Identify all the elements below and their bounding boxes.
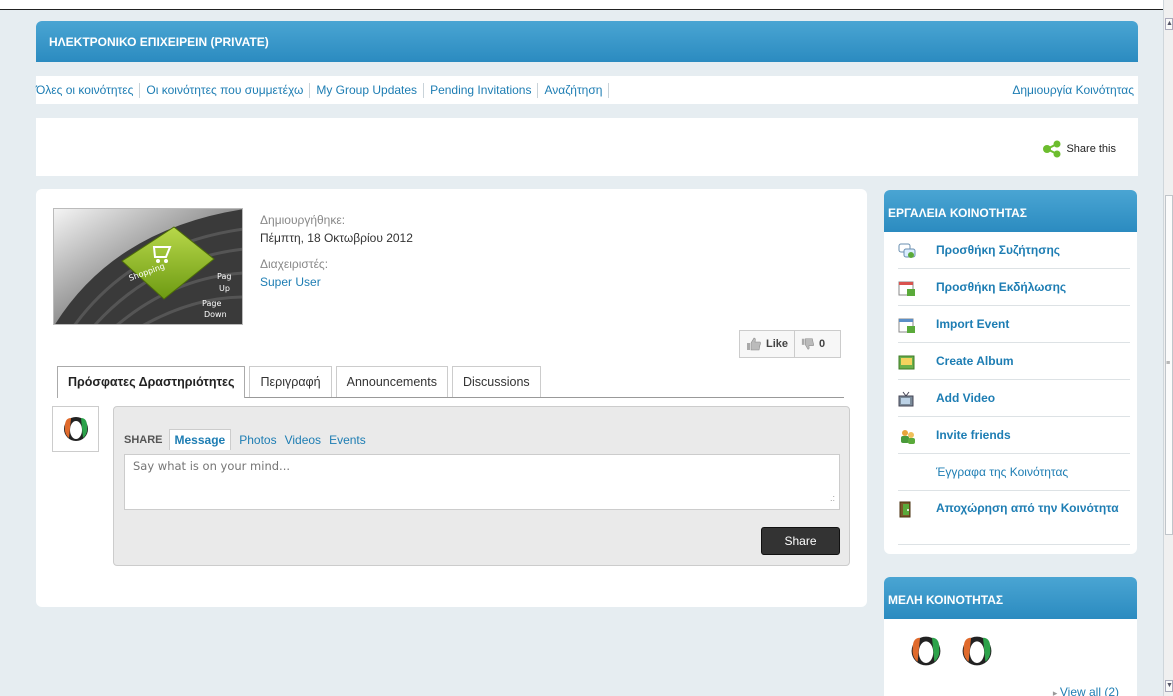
tool-label: Add Video	[936, 391, 996, 405]
nav-all-groups[interactable]: Όλες οι κοινότητες	[36, 82, 141, 98]
tab-announcements[interactable]: Announcements	[335, 366, 448, 397]
tool-add-video[interactable]: Add Video	[898, 380, 1130, 417]
tool-import-event[interactable]: Import Event	[898, 306, 1130, 343]
tool-label: Προσθήκη Εκδήλωσης	[936, 280, 1067, 294]
members-title: ΜΕΛΗ ΚΟΙΝΟΤΗΤΑΣ	[884, 577, 1137, 619]
group-tabs: Πρόσφατες Δραστηριότητες Περιγραφή Annou…	[57, 366, 844, 398]
calendar-icon	[898, 281, 915, 296]
group-meta: Δημιουργήθηκε: Πέμπτη, 18 Οκτωβρίου 2012…	[260, 211, 413, 291]
tab-discussions[interactable]: Discussions	[451, 366, 541, 397]
exit-door-icon	[899, 501, 911, 518]
calendar-import-icon	[898, 318, 915, 333]
group-members-panel: ΜΕΛΗ ΚΟΙΝΟΤΗΤΑΣ ▸ View all (2)	[884, 577, 1137, 696]
svg-text:Up: Up	[219, 284, 230, 293]
page-title: ΗΛΕΚΤΡΟΝΙΚΟ ΕΠΙΧΕΙΡΕΙΝ (PRIVATE)	[36, 21, 1138, 62]
nav-pending-invitations[interactable]: Pending Invitations	[424, 82, 539, 98]
tools-title: ΕΡΓΑΛΕΙΑ ΚΟΙΝΟΤΗΤΑΣ	[884, 190, 1137, 232]
share-type-videos[interactable]: Videos	[285, 433, 321, 447]
page-scrollbar[interactable]: ▲ ≡ ▼	[1163, 0, 1173, 696]
share-label: SHARE	[124, 433, 163, 446]
top-frame-edge	[0, 0, 1163, 10]
nav-search[interactable]: Αναζήτηση	[538, 82, 610, 98]
tool-add-discussion[interactable]: Προσθήκη Συζήτησης	[898, 232, 1130, 269]
group-main-panel: Shopping Pag Up Page Down Δημιουργήθηκε:…	[36, 189, 867, 607]
admins-label: Διαχειριστές:	[260, 257, 329, 271]
like-button[interactable]: Like	[740, 331, 796, 357]
tool-leave-group[interactable]: Αποχώρηση από την Κοινότητα	[898, 491, 1130, 545]
scroll-up-arrow-icon[interactable]: ▲	[1165, 18, 1173, 30]
triangle-right-icon: ▸	[1052, 688, 1060, 696]
tool-invite-friends[interactable]: Invite friends	[898, 417, 1130, 454]
tool-label: Import Event	[936, 317, 1010, 331]
view-all-members-link[interactable]: ▸ View all (2)	[1053, 685, 1119, 696]
tool-label: Προσθήκη Συζήτησης	[936, 243, 1061, 257]
share-submit-button[interactable]: Share	[761, 527, 840, 555]
invite-icon	[901, 430, 915, 444]
share-type-message[interactable]: Message	[168, 429, 232, 450]
discussion-icon	[898, 243, 916, 258]
video-icon	[898, 391, 914, 407]
like-label: Like	[766, 338, 789, 350]
tool-create-album[interactable]: Create Album	[898, 343, 1130, 380]
tab-description[interactable]: Περιγραφή	[249, 366, 332, 397]
activity-composer: SHARE Message Photos Videos Events .: Sh…	[113, 406, 850, 566]
thumbs-down-icon	[801, 338, 814, 350]
share-type-events[interactable]: Events	[329, 433, 366, 447]
svg-text:Pag: Pag	[217, 272, 231, 281]
blank-icon-slot	[898, 465, 917, 482]
nav-group-updates[interactable]: My Group Updates	[310, 82, 425, 98]
tool-label: Έγγραφα της Κοινότητας	[936, 465, 1069, 479]
admin-user-link[interactable]: Super User	[260, 275, 321, 289]
svg-text:Page: Page	[202, 299, 221, 308]
tool-group-files[interactable]: Έγγραφα της Κοινότητας	[898, 454, 1130, 491]
group-tools-panel: ΕΡΓΑΛΕΙΑ ΚΟΙΝΟΤΗΤΑΣ Προσθήκη Συζήτησης Π…	[884, 190, 1137, 554]
album-icon	[898, 355, 915, 370]
tool-label: Αποχώρηση από την Κοινότητα	[936, 501, 1119, 515]
community-nav: Όλες οι κοινότητες Οι κοινότητες που συμ…	[36, 76, 1138, 104]
resize-grip-icon[interactable]: .:	[830, 493, 835, 503]
scrollbar-grip-icon: ≡	[1166, 360, 1171, 367]
current-user-avatar[interactable]	[52, 406, 99, 452]
shopping-keyboard-image: Shopping Pag Up Page Down	[54, 209, 242, 324]
scroll-down-arrow-icon[interactable]: ▼	[1165, 680, 1173, 692]
view-all-label: View all (2)	[1059, 685, 1119, 696]
share-icon	[1043, 140, 1061, 158]
thumbs-up-icon	[747, 337, 761, 351]
dislike-count: 0	[819, 338, 826, 350]
created-label: Δημιουργήθηκε:	[260, 213, 346, 227]
group-avatar: Shopping Pag Up Page Down	[53, 208, 243, 325]
share-type-photos[interactable]: Photos	[239, 433, 276, 447]
share-this-button[interactable]: Share this	[1042, 140, 1116, 158]
like-widget: Like 0	[739, 330, 841, 358]
create-group-link[interactable]: Δημιουργία Κοινότητας	[1012, 83, 1138, 97]
tool-label: Create Album	[936, 354, 1014, 368]
tool-add-event[interactable]: Προσθήκη Εκδήλωσης	[898, 269, 1130, 306]
member-avatar-icon[interactable]	[959, 633, 995, 669]
svg-text:Down: Down	[204, 310, 227, 319]
share-this-label: Share this	[1066, 143, 1116, 155]
nav-my-groups[interactable]: Οι κοινότητες που συμμετέχω	[140, 82, 311, 98]
tab-recent-activities[interactable]: Πρόσφατες Δραστηριότητες	[57, 366, 246, 398]
share-bar: Share this	[36, 118, 1138, 176]
created-date: Πέμπτη, 18 Οκτωβρίου 2012	[260, 231, 413, 245]
members-avatars	[884, 619, 1137, 669]
tools-list: Προσθήκη Συζήτησης Προσθήκη Εκδήλωσης Im…	[884, 232, 1137, 545]
member-avatar-icon[interactable]	[908, 633, 944, 669]
tool-label: Invite friends	[936, 428, 1011, 442]
share-type-row: SHARE Message Photos Videos Events	[124, 429, 374, 450]
status-input[interactable]	[124, 454, 840, 510]
dislike-button[interactable]: 0	[795, 331, 831, 357]
user-avatar-icon	[63, 417, 88, 441]
